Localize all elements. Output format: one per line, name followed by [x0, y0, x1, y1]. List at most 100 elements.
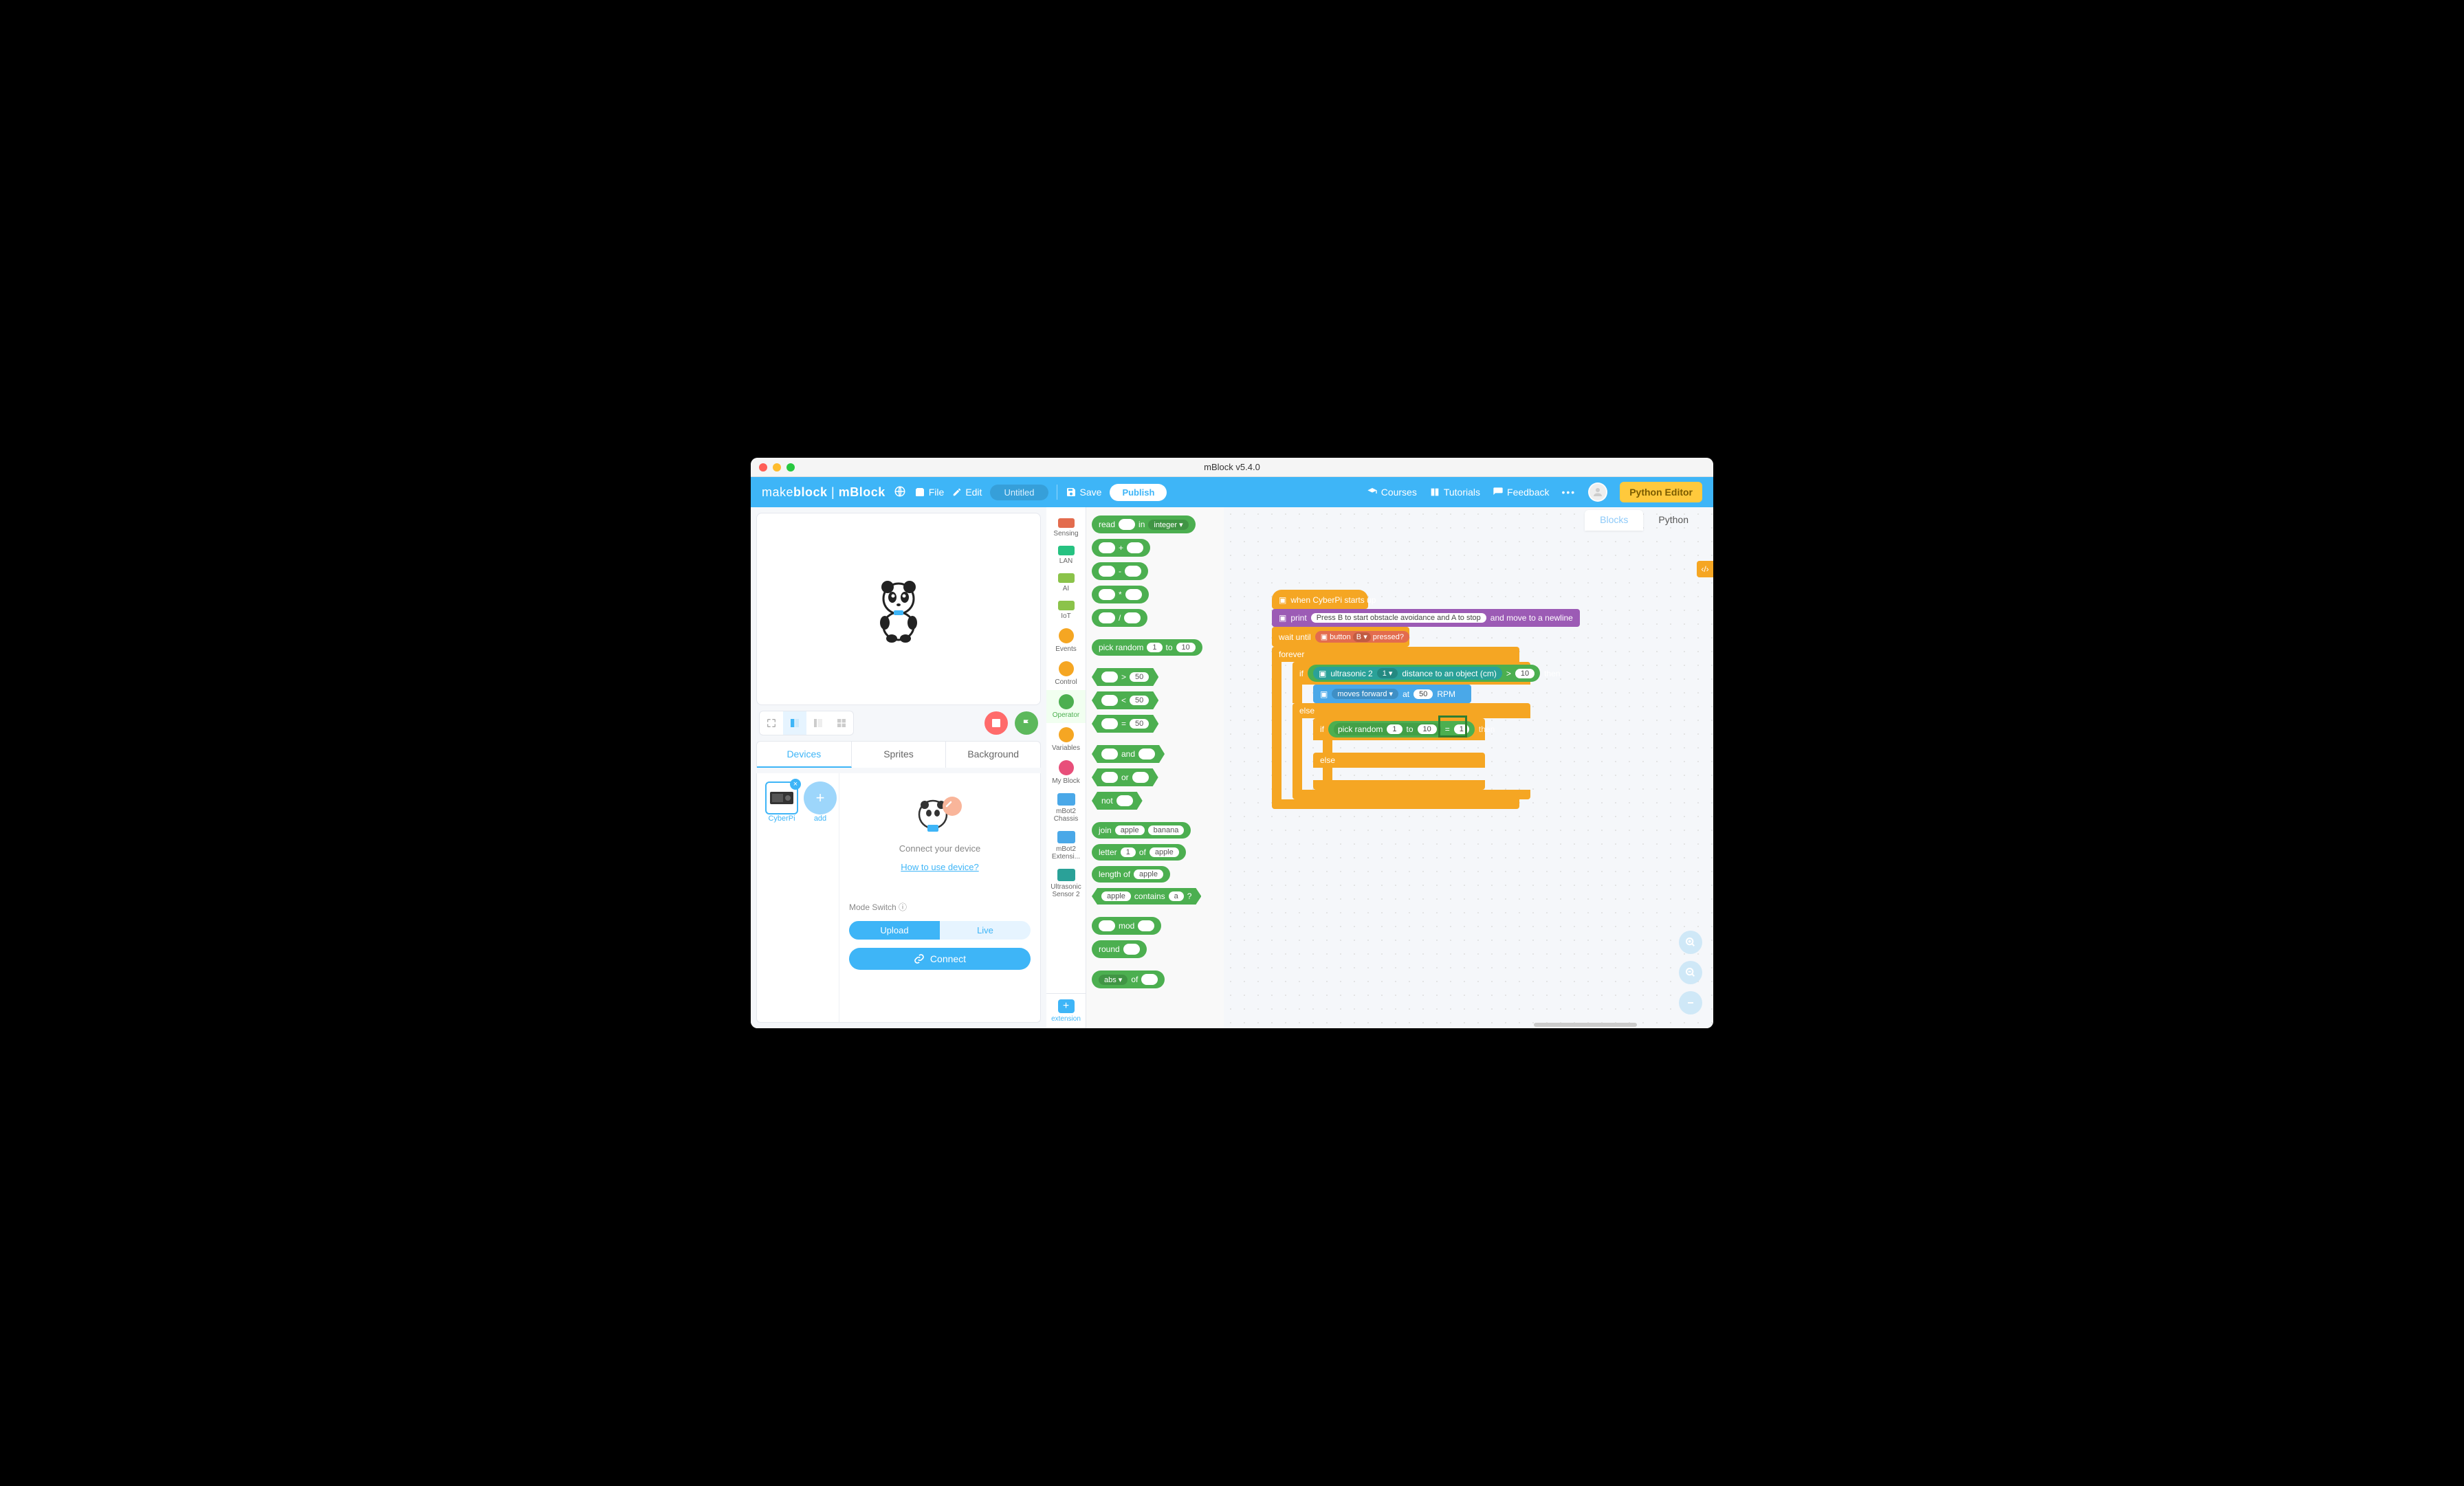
block-divide[interactable]: / [1092, 609, 1147, 627]
extension-button[interactable]: +extension [1046, 993, 1086, 1028]
zoom-reset-button[interactable] [1679, 991, 1702, 1014]
block-minus[interactable]: - [1092, 562, 1148, 580]
project-name-input[interactable]: Untitled [990, 485, 1048, 500]
add-device-button[interactable]: + add [804, 781, 837, 823]
block-contains[interactable]: applecontainsa? [1092, 888, 1201, 905]
device-cyberpi[interactable]: × CyberPi [765, 781, 798, 823]
close-window-button[interactable] [759, 463, 767, 472]
workspace[interactable]: Blocks Python ‹/› ▣ when CyberPi starts … [1224, 507, 1713, 1028]
mode-switch-label: Mode Switch ⓘ [849, 901, 907, 913]
hat-block[interactable]: ▣ when CyberPi starts up [1272, 590, 1368, 609]
cat-control[interactable]: Control [1046, 657, 1086, 690]
window-title: mBlock v5.4.0 [1204, 462, 1260, 472]
feedback-link[interactable]: Feedback [1493, 487, 1549, 498]
block-times[interactable]: * [1092, 586, 1149, 603]
more-icon[interactable]: ••• [1562, 487, 1576, 498]
minimize-window-button[interactable] [773, 463, 781, 472]
how-to-use-link[interactable]: How to use device? [901, 862, 978, 872]
device-info: Connect your device How to use device? M… [839, 773, 1040, 1022]
block-lt[interactable]: <50 [1092, 691, 1158, 709]
block-pick-random[interactable]: pick random1to10 [1092, 639, 1202, 656]
connect-prompt-label: Connect your device [899, 843, 981, 854]
tab-background[interactable]: Background [946, 742, 1040, 768]
python-editor-button[interactable]: Python Editor [1620, 482, 1702, 502]
workspace-zoom-controls [1679, 931, 1702, 1014]
block-categories: Sensing LAN AI IoT Events Control Operat… [1046, 507, 1086, 1028]
globe-icon[interactable] [894, 485, 906, 500]
workspace-tabs: Blocks Python [1585, 510, 1704, 531]
cat-mbot2-ext[interactable]: mBot2 Extensi... [1046, 827, 1086, 865]
cat-ai[interactable]: AI [1046, 569, 1086, 597]
script-stack[interactable]: ▣ when CyberPi starts up ▣ printPress B … [1272, 590, 1580, 809]
file-menu[interactable]: File [914, 487, 945, 498]
block-join[interactable]: joinapplebanana [1092, 822, 1191, 839]
device-remove-icon[interactable]: × [790, 779, 801, 790]
publish-button[interactable]: Publish [1110, 484, 1167, 501]
stop-button[interactable] [984, 711, 1008, 735]
titlebar: mBlock v5.4.0 [751, 458, 1713, 477]
block-and[interactable]: and [1092, 745, 1165, 763]
left-panel: Devices Sprites Background × CyberPi [751, 507, 1046, 1028]
block-not[interactable]: not [1092, 792, 1143, 810]
inner-else-label[interactable]: else [1313, 753, 1485, 768]
cat-operator[interactable]: Operator [1046, 690, 1086, 723]
zoom-out-button[interactable] [1679, 961, 1702, 984]
traffic-lights [759, 463, 795, 472]
zoom-in-button[interactable] [1679, 931, 1702, 954]
tab-blocks[interactable]: Blocks [1585, 510, 1643, 531]
stage [756, 513, 1041, 705]
block-gt[interactable]: >50 [1092, 668, 1158, 686]
forever-end[interactable] [1272, 799, 1519, 809]
tab-python[interactable]: Python [1643, 510, 1704, 531]
cat-iot[interactable]: IoT [1046, 597, 1086, 624]
workspace-scrollbar[interactable] [1327, 1023, 1672, 1027]
cat-variables[interactable]: Variables [1046, 723, 1086, 756]
inner-if-block[interactable]: if pick random1to10 =1 then [1313, 718, 1485, 740]
block-abs[interactable]: abs ▾of [1092, 971, 1165, 988]
block-mod[interactable]: mod [1092, 917, 1161, 935]
edit-menu[interactable]: Edit [952, 487, 982, 498]
maximize-window-button[interactable] [786, 463, 795, 472]
forever-block[interactable]: forever [1272, 647, 1519, 662]
layout-grid-icon[interactable] [830, 711, 853, 735]
moves-forward-block[interactable]: ▣ moves forward ▾at50RPM [1313, 685, 1471, 703]
wait-until-block[interactable]: wait until▣ button B ▾ pressed? [1272, 627, 1409, 647]
cat-sensing[interactable]: Sensing [1046, 514, 1086, 542]
topbar-right: Courses Tutorials Feedback ••• Python Ed… [1367, 482, 1702, 502]
mode-upload[interactable]: Upload [849, 921, 940, 940]
print-block[interactable]: ▣ printPress B to start obstacle avoidan… [1272, 609, 1580, 627]
block-read[interactable]: readininteger ▾ [1092, 515, 1196, 533]
block-plus[interactable]: + [1092, 539, 1150, 557]
cat-mbot2-chassis[interactable]: mBot2 Chassis [1046, 789, 1086, 827]
layout-split-icon[interactable] [783, 711, 806, 735]
block-letter[interactable]: letter1ofapple [1092, 844, 1186, 861]
panda-sprite[interactable] [871, 575, 926, 643]
tutorials-link[interactable]: Tutorials [1429, 487, 1480, 498]
mode-live[interactable]: Live [940, 921, 1031, 940]
main-area: Devices Sprites Background × CyberPi [751, 507, 1713, 1028]
block-palette: readininteger ▾ + - * / pick random1to10… [1086, 507, 1224, 1028]
connect-button[interactable]: Connect [849, 948, 1031, 970]
cat-ultrasonic[interactable]: Ultrasonic Sensor 2 [1046, 865, 1086, 902]
user-avatar[interactable] [1588, 483, 1607, 502]
layout-alt-icon[interactable] [806, 711, 830, 735]
save-button[interactable]: Save [1066, 487, 1102, 498]
if-block[interactable]: if ▣ ultrasonic 2 1 ▾ distance to an obj… [1292, 662, 1530, 685]
tab-sprites[interactable]: Sprites [852, 742, 947, 768]
fullscreen-icon[interactable] [760, 711, 783, 735]
highlight-box [1438, 716, 1467, 738]
else-label[interactable]: else [1292, 703, 1530, 718]
go-flag-button[interactable] [1015, 711, 1038, 735]
mode-toggle[interactable]: Upload Live [849, 921, 1031, 940]
cat-myblock[interactable]: My Block [1046, 756, 1086, 789]
block-round[interactable]: round [1092, 940, 1147, 958]
courses-link[interactable]: Courses [1367, 487, 1417, 498]
block-length[interactable]: length ofapple [1092, 866, 1170, 883]
block-eq[interactable]: =50 [1092, 715, 1158, 733]
block-or[interactable]: or [1092, 768, 1158, 786]
devices-panel: × CyberPi + add [756, 773, 1041, 1023]
cat-events[interactable]: Events [1046, 624, 1086, 657]
code-marker-icon[interactable]: ‹/› [1697, 561, 1713, 577]
cat-lan[interactable]: LAN [1046, 542, 1086, 569]
tab-devices[interactable]: Devices [757, 742, 852, 768]
